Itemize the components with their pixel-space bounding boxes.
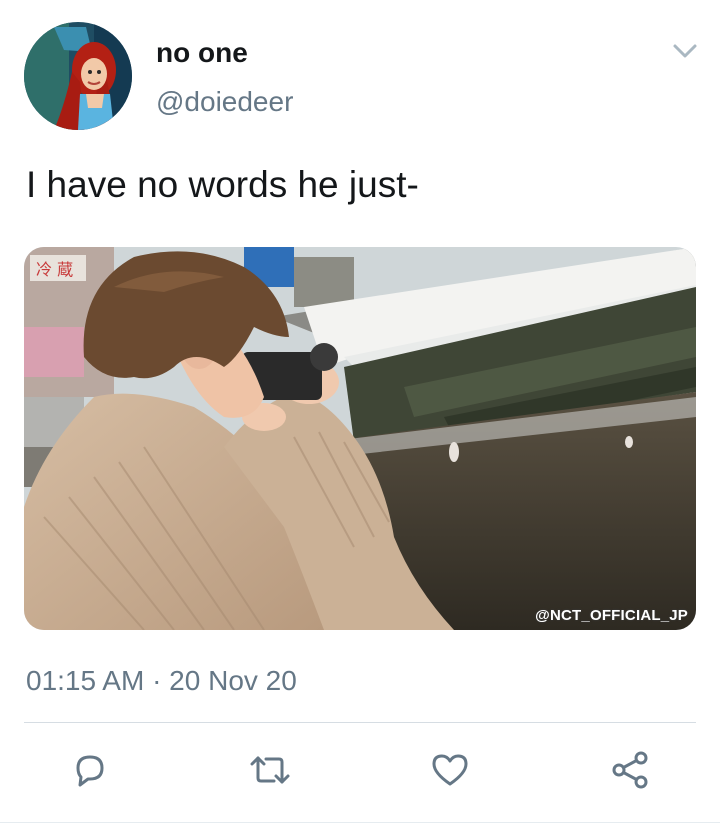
- bottom-divider: [0, 822, 720, 823]
- divider: [24, 722, 696, 723]
- retweet-icon: [250, 756, 290, 784]
- tweet-media[interactable]: 冷 蔵 @NCT_OFFICIAL_JP: [24, 247, 696, 630]
- share-button[interactable]: [606, 745, 654, 795]
- action-bar: [0, 745, 720, 795]
- media-photo: 冷 蔵: [24, 247, 696, 630]
- reply-button[interactable]: [66, 745, 114, 795]
- chevron-down-icon[interactable]: [670, 40, 700, 62]
- like-button[interactable]: [426, 745, 474, 795]
- media-watermark: @NCT_OFFICIAL_JP: [535, 607, 688, 624]
- timestamp[interactable]: 01:15 AM · 20 Nov 20: [26, 665, 297, 697]
- display-name[interactable]: no one: [156, 37, 248, 69]
- reply-icon: [76, 755, 104, 787]
- share-icon: [612, 751, 648, 789]
- heart-icon: [432, 754, 468, 786]
- avatar-image: [24, 22, 132, 130]
- user-handle[interactable]: @doiedeer: [156, 86, 293, 118]
- retweet-button[interactable]: [246, 745, 294, 795]
- tweet-text: I have no words he just-: [26, 164, 419, 205]
- avatar[interactable]: [24, 22, 132, 130]
- sign-text: 冷 蔵: [36, 260, 73, 279]
